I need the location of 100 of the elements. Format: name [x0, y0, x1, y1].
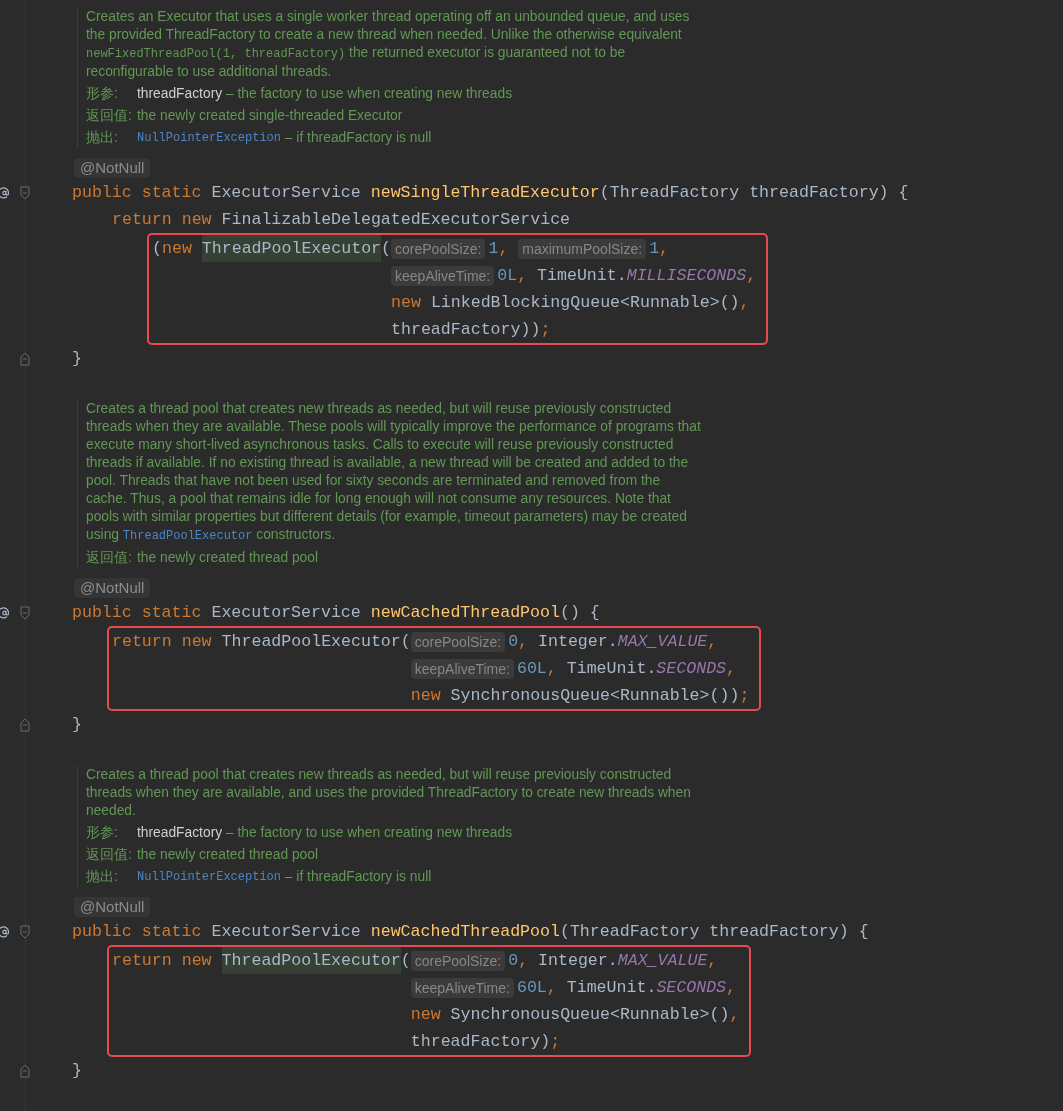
punctuation: , [739, 292, 750, 314]
param-name: threadFactory [137, 824, 223, 842]
annotation: @NotNull [74, 158, 151, 178]
doc-tag-text: the newly created thread pool [137, 846, 318, 864]
parameter-hint: corePoolSize: [410, 950, 506, 971]
doc-tag-label: 返回值: [86, 846, 133, 864]
keyword: return new [112, 631, 213, 653]
highlighted-identifier: ThreadPoolExecutor [221, 947, 401, 974]
code-text: (ThreadFactory threadFactory) { [599, 183, 909, 202]
keyword: public static [72, 922, 203, 941]
fold-icon[interactable] [20, 185, 30, 200]
at-sign-icon[interactable] [0, 186, 9, 199]
fold-end-icon[interactable] [20, 717, 30, 732]
doc-tag-text: – the factory to use when creating new threads [224, 85, 513, 103]
code-text: TimeUnit. [566, 977, 657, 999]
constant-name: MAX_VALUE [617, 950, 708, 972]
type-name: ExecutorService [211, 183, 362, 202]
keyword: public static [72, 183, 203, 202]
parameter-hint: keepAliveTime: [410, 977, 514, 998]
number-literal: 0L [497, 265, 518, 287]
code-text: FinalizableDelegatedExecutorService [221, 210, 571, 229]
keyword: return new [112, 950, 213, 972]
doc-tag-text: – if threadFactory is null [283, 129, 432, 147]
punctuation: , [546, 977, 558, 999]
closing-brace: } [72, 1061, 82, 1080]
code-text: threadFactory)) [391, 319, 541, 341]
type-name: ExecutorService [211, 922, 362, 941]
method-name: newSingleThreadExecutor [370, 183, 600, 202]
doc-tag-label: 返回值: [86, 107, 133, 125]
keyword: new [410, 1004, 442, 1026]
annotation: @NotNull [74, 578, 151, 598]
param-name: threadFactory [137, 85, 223, 103]
number-literal: 60L [516, 977, 547, 999]
fold-end-icon[interactable] [20, 1063, 30, 1078]
number-literal: 0 [508, 950, 519, 972]
exception-link[interactable]: NullPointerException [137, 868, 282, 886]
type-name: ExecutorService [211, 603, 362, 622]
fold-end-icon[interactable] [20, 351, 30, 366]
exception-link[interactable]: NullPointerException [137, 129, 282, 147]
annotation: @NotNull [74, 897, 151, 917]
code-text: ( [152, 238, 162, 260]
punctuation: , [729, 1004, 740, 1026]
doc-tag-text: the newly created single-threaded Executor [137, 107, 403, 125]
doc-comment: Creates a thread pool that creates new threads as needed, but will reuse previously constructed threads when they are available. These pools will typically improve the performance of programs that execute many short-lived asynchronous tasks. Calls to execute will reuse previously constructed threads if available. If no existing thread is available, a new thread will be created and added to the pool. Threads that have not been used for sixty seconds are terminated and removed from the cache. Thus, a pool that remains idle for long enough will not consume any resources. Note that pools with similar properties but different details (for example, timeout parameters) may be created using ThreadPoolExecutor constructors. [86, 400, 701, 545]
code-text: SynchronousQueue<Runnable>()) [450, 685, 740, 707]
closing-brace: } [72, 715, 82, 734]
punctuation: , [546, 658, 558, 680]
constant-name: SECONDS [656, 977, 727, 999]
doc-tag-label: 形参: [86, 85, 119, 103]
fold-icon[interactable] [20, 924, 30, 939]
keyword: new [410, 685, 442, 707]
punctuation: , [517, 265, 529, 287]
punctuation: , [518, 631, 530, 653]
doc-tag-label: 抛出: [86, 129, 119, 147]
parameter-hint: corePoolSize: [391, 238, 486, 259]
punctuation: , [659, 238, 670, 260]
doc-tag-text: – if threadFactory is null [283, 868, 432, 886]
at-sign-icon[interactable] [0, 925, 9, 938]
punctuation: , [726, 977, 737, 999]
code-text: (ThreadFactory threadFactory) { [559, 922, 869, 941]
code-text: SynchronousQueue<Runnable>() [450, 1004, 730, 1026]
fold-icon[interactable] [20, 605, 30, 620]
code-text: () { [559, 603, 600, 622]
code-text: ( [381, 238, 392, 260]
code-text: LinkedBlockingQueue<Runnable>() [430, 292, 740, 314]
keyword: new [161, 238, 193, 260]
parameter-hint: maximumPoolSize: [518, 238, 647, 259]
punctuation: , [498, 238, 510, 260]
punctuation: ; [550, 1031, 561, 1053]
code-text: Integer. [538, 950, 618, 972]
number-literal: 1 [488, 238, 499, 260]
keyword: public static [72, 603, 203, 622]
code-text: Integer. [538, 631, 618, 653]
punctuation: ; [739, 685, 750, 707]
code-text: ThreadPoolExecutor( [221, 631, 411, 653]
parameter-hint: keepAliveTime: [410, 658, 514, 679]
punctuation: , [518, 950, 530, 972]
parameter-hint: corePoolSize: [410, 631, 506, 652]
constant-name: MILLISECONDS [626, 265, 747, 287]
method-name: newCachedThreadPool [370, 603, 560, 622]
parameter-hint: keepAliveTime: [391, 265, 495, 286]
keyword: return new [112, 210, 213, 229]
keyword: new [391, 292, 422, 314]
doc-comment: Creates an Executor that uses a single worker thread operating off an unbounded queue, and uses the provided ThreadFactory to create a new thread when needed. Unlike the otherwise equivalent newFixedThreadPool(1, threadFactory) the returned executor is guaranteed not to be reconfigurable to use additional threads. [86, 8, 691, 81]
doc-tag-label: 形参: [86, 824, 119, 842]
doc-tag-label: 返回值: [86, 549, 133, 567]
punctuation: , [726, 658, 737, 680]
constant-name: SECONDS [656, 658, 727, 680]
doc-tag-text: the newly created thread pool [137, 549, 318, 567]
at-sign-icon[interactable] [0, 606, 9, 619]
method-name: newCachedThreadPool [370, 922, 560, 941]
doc-comment: Creates a thread pool that creates new threads as needed, but will reuse previously constructed threads when they are available, and uses the provided ThreadFactory to create new threads when needed. [86, 766, 692, 820]
punctuation: ; [540, 319, 551, 341]
number-literal: 0 [508, 631, 519, 653]
punctuation: , [707, 631, 718, 653]
highlighted-identifier: ThreadPoolExecutor [201, 235, 382, 262]
code-text: TimeUnit. [537, 265, 627, 287]
punctuation: , [707, 950, 718, 972]
closing-brace: } [72, 349, 82, 368]
constant-name: MAX_VALUE [617, 631, 708, 653]
